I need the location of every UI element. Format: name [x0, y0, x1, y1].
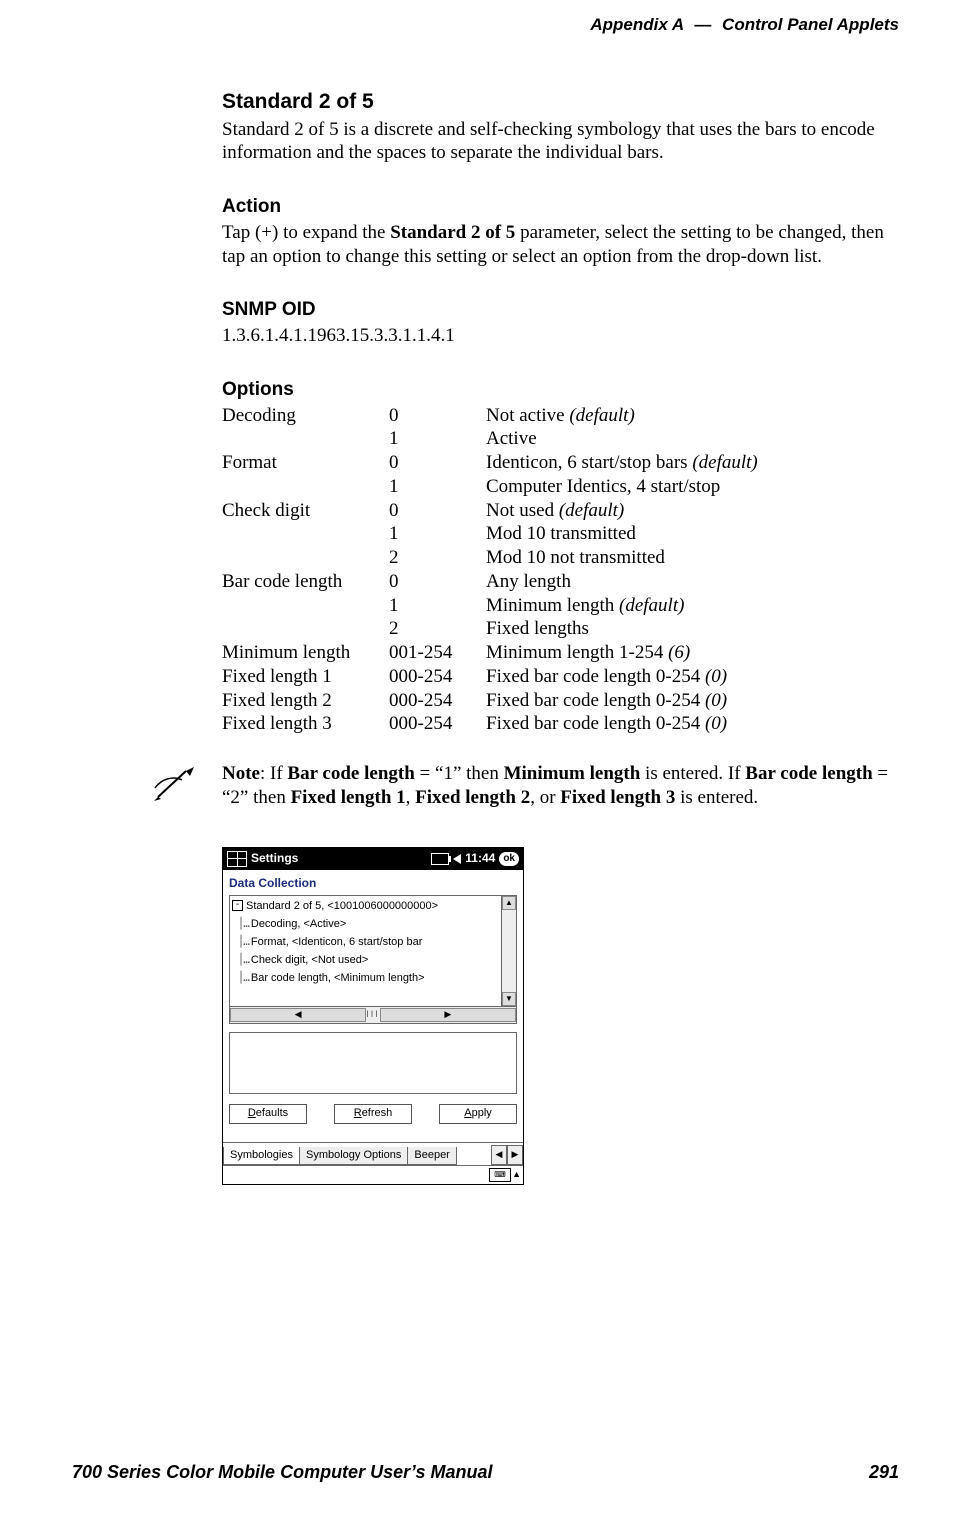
running-header: Appendix A — Control Panel Applets — [72, 14, 899, 35]
ok-button[interactable]: ok — [499, 852, 519, 866]
options-heading: Options — [222, 378, 899, 402]
tab-symbologies[interactable]: Symbologies — [223, 1147, 300, 1165]
start-icon[interactable] — [227, 851, 247, 867]
options-row: 2Mod 10 not transmitted — [222, 546, 770, 570]
tab-beeper[interactable]: Beeper — [407, 1147, 456, 1165]
options-row: Fixed length 2000-254Fixed bar code leng… — [222, 689, 770, 713]
collapse-icon[interactable]: - — [232, 900, 243, 911]
pda-panel-title: Data Collection — [223, 870, 523, 893]
options-row: Fixed length 3000-254Fixed bar code leng… — [222, 712, 770, 736]
options-row: 1Computer Identics, 4 start/stop — [222, 475, 770, 499]
tree-item[interactable]: │…Check digit, <Not used> — [232, 951, 500, 969]
scroll-right-icon[interactable]: ▶ — [380, 1008, 516, 1022]
clock-text[interactable]: 11:44 — [465, 851, 495, 866]
apply-button[interactable]: Apply — [439, 1104, 517, 1124]
header-appendix: Appendix A — [590, 15, 683, 34]
options-row: Fixed length 1000-254Fixed bar code leng… — [222, 665, 770, 689]
horizontal-scrollbar[interactable]: ◀ III ▶ — [229, 1007, 517, 1024]
tree-item[interactable]: │…Format, <Identicon, 6 start/stop bar — [232, 933, 500, 951]
sip-bar: ⌨ ▲ — [223, 1165, 523, 1184]
options-row: Check digit0Not used (default) — [222, 499, 770, 523]
page-number: 291 — [869, 1461, 899, 1484]
options-row: Minimum length001-254Minimum length 1-25… — [222, 641, 770, 665]
refresh-button[interactable]: Refresh — [334, 1104, 412, 1124]
header-title: Control Panel Applets — [722, 15, 899, 34]
defaults-button[interactable]: Defaults — [229, 1104, 307, 1124]
options-row: 1Active — [222, 427, 770, 451]
action-text: Tap (+) to expand the Standard 2 of 5 pa… — [222, 221, 899, 269]
detail-pane — [229, 1032, 517, 1094]
options-row: 1Minimum length (default) — [222, 594, 770, 618]
section-title: Standard 2 of 5 — [222, 89, 899, 115]
tree-item[interactable]: │…Decoding, <Active> — [232, 915, 500, 933]
snmp-value: 1.3.6.1.4.1.1963.15.3.3.1.1.4.1 — [222, 324, 899, 348]
scroll-thumb[interactable]: III — [366, 1007, 380, 1023]
scroll-down-icon[interactable]: ▼ — [502, 992, 516, 1006]
tree-view[interactable]: -Standard 2 of 5, <1001006000000000> │…D… — [229, 895, 517, 1007]
sip-up-icon[interactable]: ▲ — [512, 1169, 521, 1180]
section-intro: Standard 2 of 5 is a discrete and self-c… — [222, 118, 899, 166]
scroll-up-icon[interactable]: ▲ — [502, 896, 516, 910]
tab-scroll-right-icon[interactable]: ▶ — [507, 1145, 523, 1165]
options-row: Decoding0Not active (default) — [222, 404, 770, 428]
tab-scroll-left-icon[interactable]: ◀ — [491, 1145, 507, 1165]
tab-strip: Symbologies Symbology Options Beeper ◀ ▶ — [223, 1142, 523, 1165]
options-row: Format0Identicon, 6 start/stop bars (def… — [222, 451, 770, 475]
options-row: Bar code length0Any length — [222, 570, 770, 594]
keyboard-icon[interactable]: ⌨ — [489, 1168, 511, 1182]
footer-title: 700 Series Color Mobile Computer User’s … — [72, 1461, 492, 1484]
note-icon — [152, 764, 212, 811]
pda-screenshot: Settings 11:44 ok Data Collection -Stand… — [222, 847, 524, 1185]
battery-icon[interactable] — [431, 853, 449, 865]
snmp-heading: SNMP OID — [222, 298, 899, 322]
tree-item[interactable]: │…Bar code length, <Minimum length> — [232, 969, 500, 987]
pda-title: Settings — [251, 851, 298, 866]
tab-symbology-options[interactable]: Symbology Options — [299, 1147, 408, 1165]
speaker-icon[interactable] — [453, 854, 461, 864]
tree-root[interactable]: -Standard 2 of 5, <1001006000000000> — [232, 898, 500, 915]
pda-titlebar: Settings 11:44 ok — [223, 848, 523, 870]
note-text: Note: If Bar code length = “1” then Mini… — [222, 762, 899, 810]
header-separator: — — [694, 15, 711, 34]
scroll-left-icon[interactable]: ◀ — [230, 1008, 366, 1022]
options-table: Decoding0Not active (default)1ActiveForm… — [222, 404, 770, 737]
vertical-scrollbar[interactable]: ▲ ▼ — [501, 896, 516, 1006]
options-row: 1Mod 10 transmitted — [222, 522, 770, 546]
options-row: 2Fixed lengths — [222, 617, 770, 641]
action-heading: Action — [222, 195, 899, 219]
